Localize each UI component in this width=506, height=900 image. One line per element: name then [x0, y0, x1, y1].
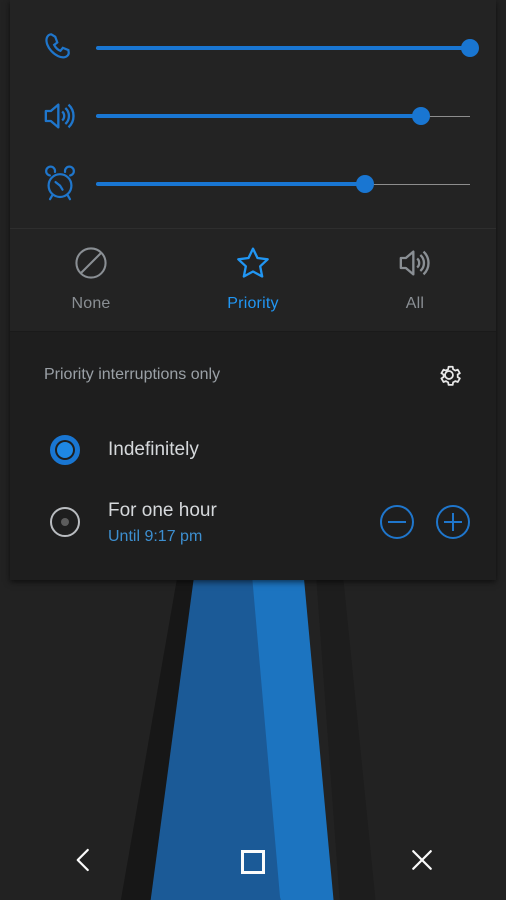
slider-fill: [96, 46, 470, 50]
option-row-indefinitely[interactable]: Indefinitely: [10, 414, 496, 486]
slider-thumb[interactable]: [356, 175, 375, 193]
option-text-for-one-hour: For one hour Until 9:17 pm: [108, 498, 380, 546]
mode-button-priority[interactable]: Priority: [172, 243, 334, 313]
priority-detail-section: Priority interruptions only Indefinitely: [10, 332, 496, 580]
slider-row-media: [10, 82, 496, 150]
alarm-clock-icon: [34, 165, 86, 203]
slider-thumb[interactable]: [461, 39, 479, 57]
radio-inner: [55, 440, 75, 460]
star-icon: [233, 243, 273, 283]
nav-close-button[interactable]: [337, 824, 506, 900]
radio-inner: [61, 518, 69, 526]
option-text-indefinitely: Indefinitely: [108, 437, 470, 463]
plus-icon[interactable]: [436, 505, 470, 539]
volume-sliders-group: [10, 0, 496, 224]
mode-button-all[interactable]: All: [334, 243, 496, 313]
media-volume-slider[interactable]: [96, 102, 470, 130]
square-icon: [241, 850, 265, 874]
speaker-icon: [34, 96, 86, 136]
radio-indefinitely[interactable]: [50, 435, 80, 465]
ring-volume-slider[interactable]: [96, 34, 479, 62]
close-icon: [407, 845, 437, 880]
interruption-mode-selector: None Priority All: [10, 229, 496, 332]
detail-title: Priority interruptions only: [44, 366, 221, 383]
volume-panel: None Priority All Priority interruptions…: [10, 0, 496, 580]
radio-for-one-hour[interactable]: [50, 507, 80, 537]
option-title: For one hour: [108, 500, 217, 522]
chevron-left-icon: [69, 845, 99, 880]
mode-label-all: All: [405, 295, 425, 312]
speaker-icon: [395, 243, 435, 283]
minus-icon[interactable]: [380, 505, 414, 539]
phone-icon: [34, 29, 86, 67]
nav-home-button[interactable]: [169, 824, 338, 900]
slider-row-ring: [10, 14, 496, 82]
mode-label-priority: Priority: [227, 295, 279, 312]
gear-icon[interactable]: [432, 358, 466, 392]
system-navigation-bar: [0, 824, 506, 900]
nav-back-button[interactable]: [0, 824, 169, 900]
option-title: Indefinitely: [108, 439, 199, 461]
slider-thumb[interactable]: [412, 107, 431, 125]
option-subtitle-until: Until 9:17 pm: [108, 527, 203, 545]
mode-label-none: None: [71, 295, 111, 312]
slider-fill: [96, 182, 366, 186]
slider-fill: [96, 114, 422, 118]
slider-row-alarm: [10, 150, 496, 218]
block-icon: [72, 243, 110, 283]
duration-stepper: [380, 505, 470, 539]
option-row-for-one-hour[interactable]: For one hour Until 9:17 pm: [10, 486, 496, 558]
mode-button-none[interactable]: None: [10, 243, 172, 313]
alarm-volume-slider[interactable]: [96, 170, 470, 198]
device-screen: None Priority All Priority interruptions…: [0, 0, 506, 900]
detail-header: Priority interruptions only: [10, 332, 496, 414]
